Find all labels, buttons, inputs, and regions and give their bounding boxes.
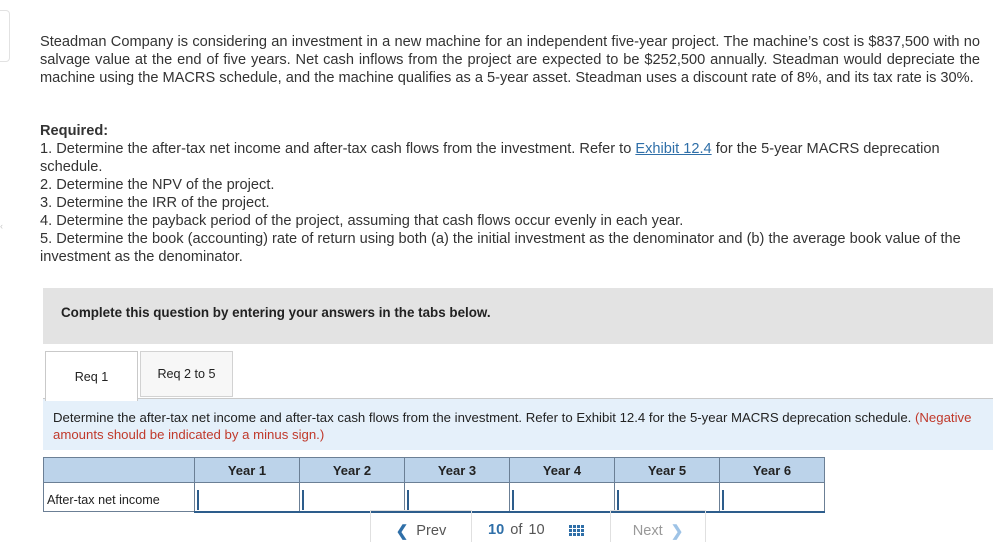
cell-year-1 (194, 482, 300, 513)
of-label: of (510, 522, 523, 538)
task-panel: Determine the after-tax net income and a… (43, 398, 993, 450)
tab-req-2-to-5[interactable]: Req 2 to 5 (140, 351, 233, 397)
task-text: Determine the after-tax net income and a… (53, 409, 978, 443)
required-title: Required: (40, 123, 109, 139)
cell-year-3 (404, 482, 510, 513)
current-page: 10 (488, 522, 505, 538)
table-header-year-1: Year 1 (194, 457, 300, 483)
after-tax-net-income-year-6-input[interactable] (722, 489, 824, 510)
table-header-year-6: Year 6 (719, 457, 825, 483)
table-row: After-tax net income (43, 482, 825, 513)
answer-table: Year 1 Year 2 Year 3 Year 4 Year 5 Year … (43, 457, 825, 513)
required-item-3: 3. Determine the IRR of the project. (40, 195, 270, 211)
cell-year-5 (614, 482, 720, 513)
next-button[interactable]: Next ❯ (610, 510, 706, 542)
required-item-1-text: 1. Determine the after-tax net income an… (40, 141, 636, 157)
prev-label: Prev (416, 522, 447, 539)
page-indicator: 10 of 10 (474, 510, 610, 542)
question-text: Steadman Company is considering an inves… (40, 34, 980, 86)
required-item-4: 4. Determine the payback period of the p… (40, 213, 684, 229)
side-marker-icon: ‹ (0, 221, 3, 231)
table-header-year-4: Year 4 (509, 457, 615, 483)
total-pages: 10 (528, 522, 545, 538)
grid-icon[interactable] (568, 524, 584, 536)
row-label-after-tax-net-income: After-tax net income (43, 482, 195, 512)
after-tax-net-income-year-5-input[interactable] (617, 489, 719, 510)
table-header-year-5: Year 5 (614, 457, 720, 483)
table-header-year-2: Year 2 (299, 457, 405, 483)
exhibit-link[interactable]: Exhibit 12.4 (635, 141, 711, 157)
task-instruction: Determine the after-tax net income and a… (53, 410, 915, 425)
tab-req-1[interactable]: Req 1 (45, 351, 138, 401)
cell-year-6 (719, 482, 825, 513)
required-item-2: 2. Determine the NPV of the project. (40, 177, 275, 193)
next-label: Next (632, 522, 663, 539)
chevron-right-icon: ❯ (670, 522, 684, 540)
instruction-text: Complete this question by entering your … (61, 305, 491, 320)
chevron-left-icon: ❮ (395, 522, 409, 540)
after-tax-net-income-year-2-input[interactable] (302, 489, 404, 510)
cell-year-2 (299, 482, 405, 513)
instruction-banner: Complete this question by entering your … (43, 288, 993, 344)
prev-button[interactable]: ❮ Prev (370, 510, 472, 542)
required-item-5: 5. Determine the book (accounting) rate … (40, 231, 961, 265)
table-header-year-3: Year 3 (404, 457, 510, 483)
after-tax-net-income-year-4-input[interactable] (512, 489, 614, 510)
required-section: Required: 1. Determine the after-tax net… (40, 122, 980, 266)
table-header-row: Year 1 Year 2 Year 3 Year 4 Year 5 Year … (43, 457, 825, 483)
after-tax-net-income-year-1-input[interactable] (197, 489, 299, 510)
after-tax-net-income-year-3-input[interactable] (407, 489, 509, 510)
cell-year-4 (509, 482, 615, 513)
side-panel-edge (0, 10, 10, 62)
table-header-blank (43, 457, 195, 483)
required-item-1: 1. Determine the after-tax net income an… (40, 140, 980, 176)
